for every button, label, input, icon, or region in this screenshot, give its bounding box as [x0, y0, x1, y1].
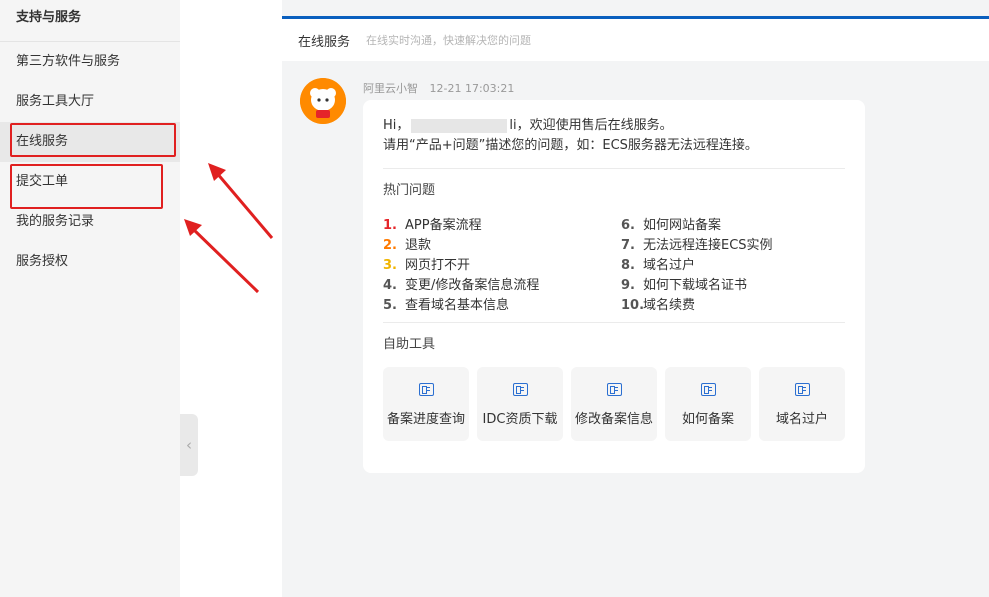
- message-meta: 阿里云小智 12-21 17:03:21: [363, 80, 514, 96]
- question-item-5[interactable]: 5. 查看域名基本信息: [383, 294, 509, 313]
- message-time: 12-21 17:03:21: [429, 82, 515, 95]
- greeting-suffix: li，欢迎使用售后在线服务。: [509, 118, 673, 133]
- form-icon: [794, 383, 810, 396]
- sidebar-item-tools-hall[interactable]: 服务工具大厅: [0, 82, 180, 122]
- tool-domain-transfer-button[interactable]: 域名过户: [759, 367, 845, 441]
- redacted-username: [411, 118, 508, 133]
- tool-label: 备案进度查询: [386, 412, 465, 427]
- question-item-10[interactable]: 10.域名续费: [621, 294, 695, 313]
- page-subtitle: 在线实时沟通，快速解决您的问题: [366, 34, 532, 47]
- greeting-text: Hi， li，欢迎使用售后在线服务。 请用“产品+问题”描述您的问题，如：ECS服…: [383, 116, 758, 156]
- self-service-tools-title: 自助工具: [383, 337, 436, 352]
- sidebar: 支持与服务 第三方软件与服务 服务工具大厅 在线服务 提交工单 我的服务记录 服…: [0, 0, 180, 597]
- form-icon: [418, 383, 434, 396]
- annotation-box-online-service: [10, 123, 176, 157]
- instruction-line: 请用“产品+问题”描述您的问题，如：ECS服务器无法远程连接。: [383, 138, 758, 153]
- form-icon: [606, 383, 622, 396]
- annotation-arrow-upper: [208, 163, 274, 239]
- form-icon: [512, 383, 528, 396]
- message-card: Hi， li，欢迎使用售后在线服务。 请用“产品+问题”描述您的问题，如：ECS服…: [363, 100, 865, 473]
- tool-label: 修改备案信息: [574, 412, 653, 427]
- question-item-8[interactable]: 8. 域名过户: [621, 254, 695, 273]
- question-item-7[interactable]: 7. 无法远程连接ECS实例: [621, 234, 773, 253]
- page-title: 在线服务: [298, 34, 351, 50]
- sidebar-title: 支持与服务: [0, 0, 180, 42]
- sidebar-item-third-party[interactable]: 第三方软件与服务: [0, 42, 180, 82]
- main-panel: 在线服务 在线实时沟通，快速解决您的问题 阿里云小智 12-21 17:03:2…: [282, 0, 989, 597]
- collapse-sidebar-button[interactable]: ‹: [180, 414, 198, 476]
- bot-mascot-icon: [300, 78, 346, 124]
- greeting-line: Hi， li，欢迎使用售后在线服务。: [383, 116, 758, 136]
- question-item-3[interactable]: 3. 网页打不开: [383, 254, 470, 273]
- hot-questions-title: 热门问题: [383, 183, 436, 198]
- divider: [383, 168, 845, 169]
- page-header: 在线服务 在线实时沟通，快速解决您的问题: [282, 19, 989, 61]
- bot-avatar: [300, 78, 346, 124]
- greeting-prefix: Hi，: [383, 118, 410, 133]
- question-item-2[interactable]: 2. 退款: [383, 234, 431, 253]
- tool-label: 域名过户: [775, 412, 828, 427]
- question-item-4[interactable]: 4. 变更/修改备案信息流程: [383, 274, 539, 293]
- sender-name: 阿里云小智: [363, 82, 418, 95]
- annotation-box-submit-ticket: [10, 164, 163, 209]
- form-icon: [700, 383, 716, 396]
- tool-label: IDC资质下载: [482, 412, 558, 427]
- chevron-left-icon: ‹: [186, 436, 192, 454]
- annotation-arrow-lower: [184, 219, 260, 294]
- tool-how-to-file-button[interactable]: 如何备案: [665, 367, 751, 441]
- divider: [383, 322, 845, 323]
- tool-idc-download-button[interactable]: IDC资质下载: [477, 367, 563, 441]
- tool-label: 如何备案: [681, 412, 734, 427]
- tool-modify-filing-button[interactable]: 修改备案信息: [571, 367, 657, 441]
- question-item-1[interactable]: 1. APP备案流程: [383, 214, 482, 233]
- sidebar-item-service-auth[interactable]: 服务授权: [0, 242, 180, 282]
- tool-filing-progress-button[interactable]: 备案进度查询: [383, 367, 469, 441]
- question-item-9[interactable]: 9. 如何下载域名证书: [621, 274, 747, 293]
- question-item-6[interactable]: 6. 如何网站备案: [621, 214, 721, 233]
